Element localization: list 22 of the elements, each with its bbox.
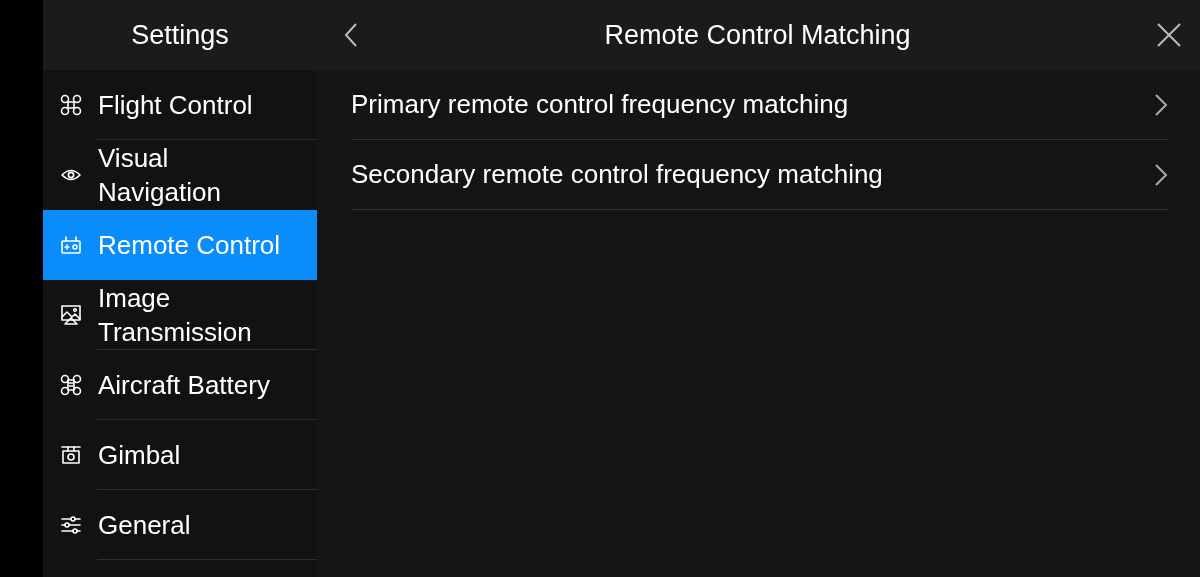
sidebar-item[interactable]: Aircraft Battery — [43, 350, 317, 420]
sidebar-item[interactable]: Gimbal — [43, 420, 317, 490]
chevron-right-icon — [1154, 92, 1168, 117]
drone-icon — [59, 94, 82, 116]
sidebar-item[interactable]: Visual Navigation — [43, 140, 317, 210]
back-icon — [343, 22, 359, 48]
panel-title: Remote Control Matching — [604, 19, 911, 51]
sidebar-title: Settings — [131, 19, 229, 51]
remote-control-icon — [59, 234, 82, 256]
settings-row[interactable]: Secondary remote control frequency matching — [351, 140, 1168, 210]
camera-icon — [59, 444, 82, 466]
sidebar-item[interactable]: Flight Control — [43, 70, 317, 140]
sidebar-item[interactable]: Image Transmission — [43, 280, 317, 350]
image-icon — [59, 304, 82, 326]
sliders-icon — [59, 514, 82, 536]
close-icon — [1156, 22, 1182, 48]
chevron-right-icon — [1154, 162, 1168, 187]
back-button[interactable] — [343, 22, 359, 48]
drone-battery-icon — [59, 374, 82, 396]
settings-row[interactable]: Primary remote control frequency matching — [351, 70, 1168, 140]
close-button[interactable] — [1156, 22, 1182, 48]
sidebar-item[interactable]: General — [43, 490, 317, 560]
